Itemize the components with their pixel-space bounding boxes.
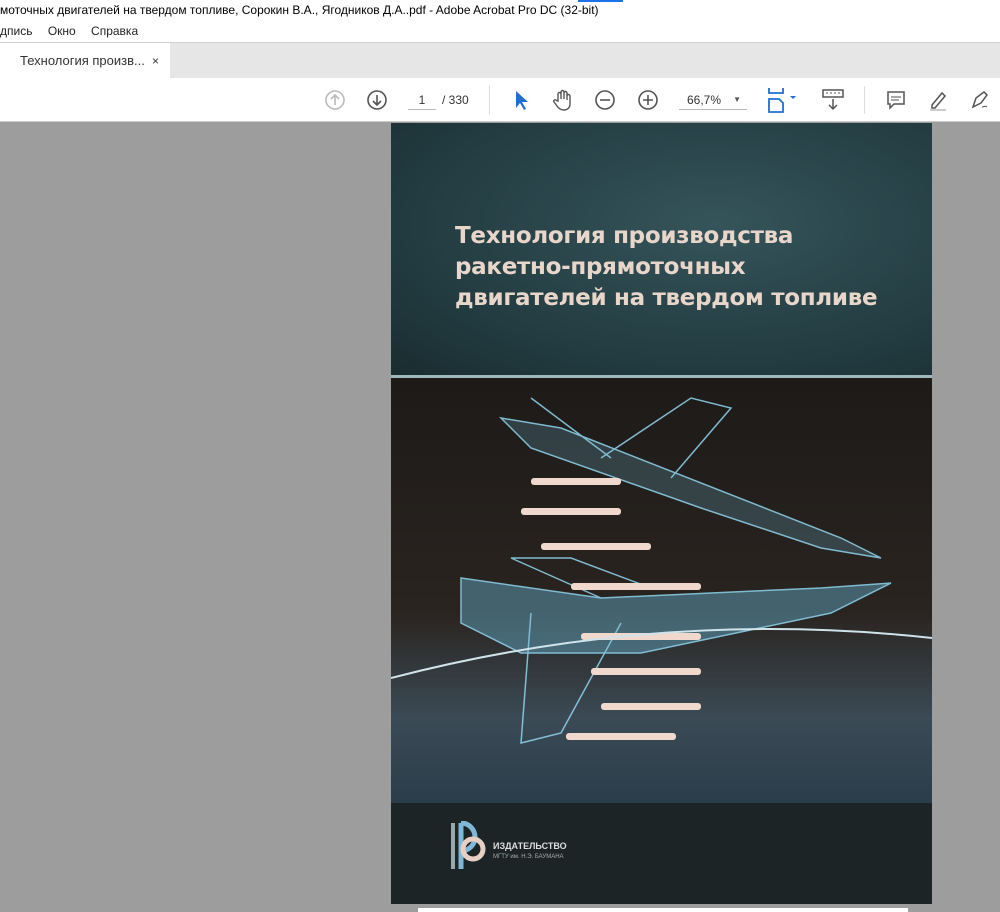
book-title: Технология производства ракетно-прямоточ… [455,221,915,314]
highlight-button[interactable] [926,88,950,112]
previous-page-button[interactable] [323,88,347,112]
page-number-input[interactable]: 1 [408,90,436,110]
book-title-line: двигателей на твердом топливе [455,285,878,311]
arrow-down-circle-icon [367,90,387,110]
select-tool-button[interactable] [509,88,533,112]
sign-button[interactable] [968,88,992,112]
toolbar: 1 / 330 66,7% ▼ [0,78,1000,122]
fit-page-icon [768,88,796,113]
document-tab[interactable]: Технология произв... × [0,43,170,79]
hand-icon [553,89,571,111]
fountain-pen-sign-icon [971,91,988,109]
tab-bar: Технология произв... × [0,42,1000,79]
menu-bar: дпись Окно Справка [0,20,1000,42]
title-accent [578,0,623,2]
cover-illustration [391,378,932,803]
arrow-up-circle-icon [325,90,345,110]
menu-signature[interactable]: дпись [0,24,32,38]
publisher-subtitle: МГТУ им. Н.Э. БАУМАНА [493,854,564,860]
comment-button[interactable] [884,88,908,112]
comment-icon [887,91,905,110]
chevron-down-icon: ▼ [733,95,741,104]
pdf-page[interactable]: Технология производства ракетно-прямоточ… [391,123,932,904]
tab-label: Технология произв... [20,53,145,68]
zoom-value: 66,7% [687,93,722,107]
separator [864,86,865,114]
hand-tool-button[interactable] [551,88,575,112]
minus-circle-icon [595,90,615,110]
window-title: моточных двигателей на твердом топливе, … [0,3,599,17]
scrolling-mode-button[interactable] [821,88,845,112]
menu-window[interactable]: Окно [48,24,76,38]
page-fit-button[interactable] [766,88,800,113]
highlighter-pen-icon [930,91,947,111]
separator [489,86,490,114]
aircraft-illustration [391,397,932,744]
zoom-in-button[interactable] [636,88,660,112]
publisher-name: ИЗДАТЕЛЬСТВО [493,841,567,851]
close-tab-icon[interactable]: × [152,43,159,79]
cursor-arrow-icon [516,91,528,110]
zoom-out-button[interactable] [593,88,617,112]
plus-circle-icon [638,90,658,110]
scroll-down-icon [822,89,844,111]
menu-help[interactable]: Справка [91,24,138,38]
next-page-button[interactable] [365,88,389,112]
zoom-level-dropdown[interactable]: 66,7% ▼ [679,90,747,110]
window-title-bar: моточных двигателей на твердом топливе, … [0,0,1000,20]
page-total: / 330 [442,93,469,107]
book-title-line: ракетно-прямоточных [455,254,746,280]
next-page-edge [418,908,908,912]
book-title-line: Технология производства [455,223,794,249]
